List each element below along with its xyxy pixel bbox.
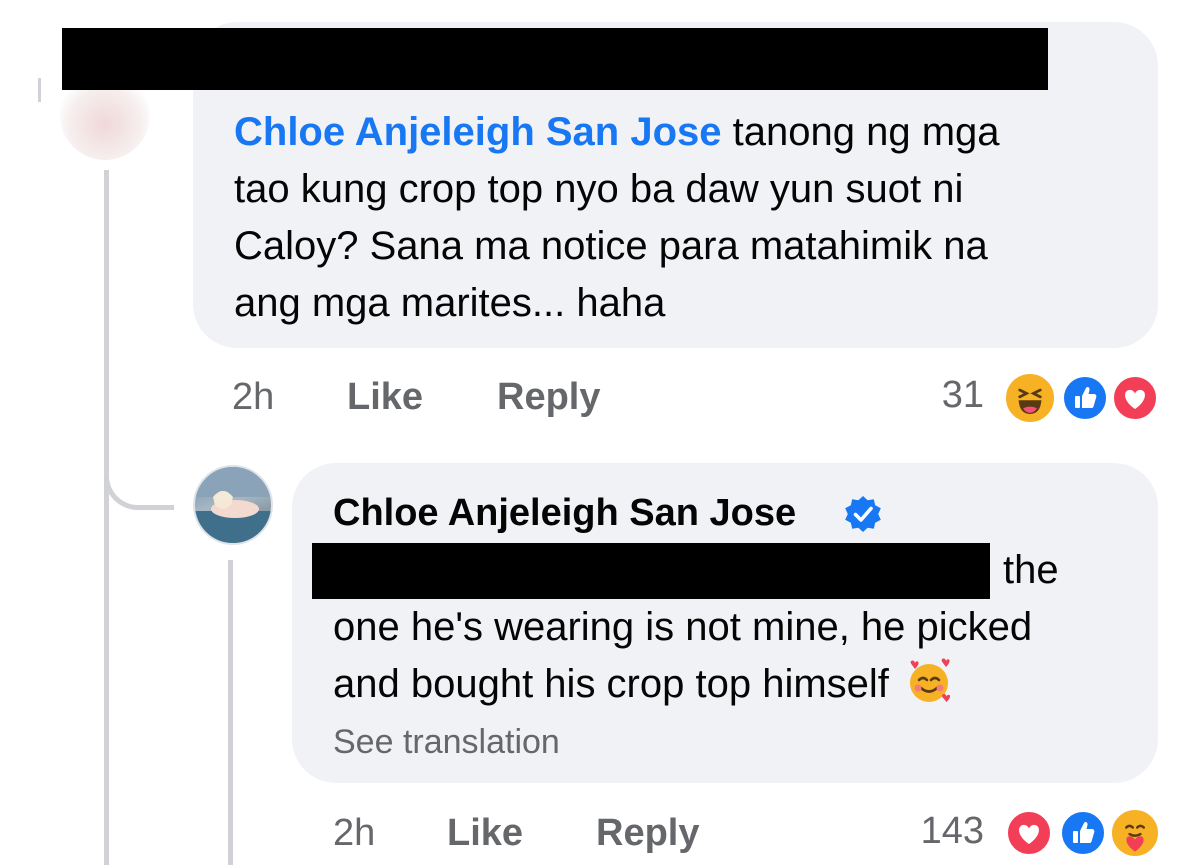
reply-reply-button[interactable]: Reply [596,812,699,855]
redaction-bar [62,28,1048,90]
avatar-photo-icon [195,467,271,543]
like-icon[interactable] [1060,373,1110,423]
see-translation-link[interactable]: See translation [333,723,560,762]
reply-line-1-end: the [1003,548,1059,592]
verified-badge-icon [845,496,881,532]
comment-1-reaction-count[interactable]: 31 [900,374,984,417]
comment-1-like-button[interactable]: Like [347,376,423,419]
thread-line-main [104,170,109,865]
reply-author-name[interactable]: Chloe Anjeleigh San Jose [333,492,796,535]
heart-icon[interactable] [1110,373,1160,423]
love-icon[interactable] [1004,808,1054,858]
smiling-face-with-hearts-icon [910,658,951,702]
reply-timestamp[interactable]: 2h [333,812,375,855]
haha-icon[interactable] [1002,370,1058,426]
reply-line-3-text: and bought his crop top himself [333,662,889,706]
comment-1-reply-button[interactable]: Reply [497,376,600,419]
thread-branch [104,470,174,510]
mention-link[interactable]: Chloe Anjeleigh San Jose [234,110,722,154]
reply-like-button[interactable]: Like [447,812,523,855]
care-icon[interactable] [1108,806,1162,860]
comment-1-line-3: Caloy? Sana ma notice para matahimik na [234,224,988,268]
reply-line-3: and bought his crop top himself [333,656,954,713]
comment-1-line-1: tanong ng mga [721,110,1000,154]
comment-1-text: Chloe Anjeleigh San Jose tanong ng mga t… [234,104,1134,332]
reply-line-2: one he's wearing is not mine, he picked [333,605,1033,649]
comment-1-line-2: tao kung crop top nyo ba daw yun suot ni [234,167,964,211]
reply-reaction-count[interactable]: 143 [880,810,984,853]
redaction-bar-2 [312,543,990,599]
comment-1-timestamp[interactable]: 2h [232,376,274,419]
like-icon-2[interactable] [1058,808,1108,858]
left-edge-mark [38,78,41,102]
comment-1-line-4: ang mga marites... haha [234,281,666,325]
reply-author-avatar[interactable] [193,465,273,545]
thread-line-reply [228,560,233,865]
